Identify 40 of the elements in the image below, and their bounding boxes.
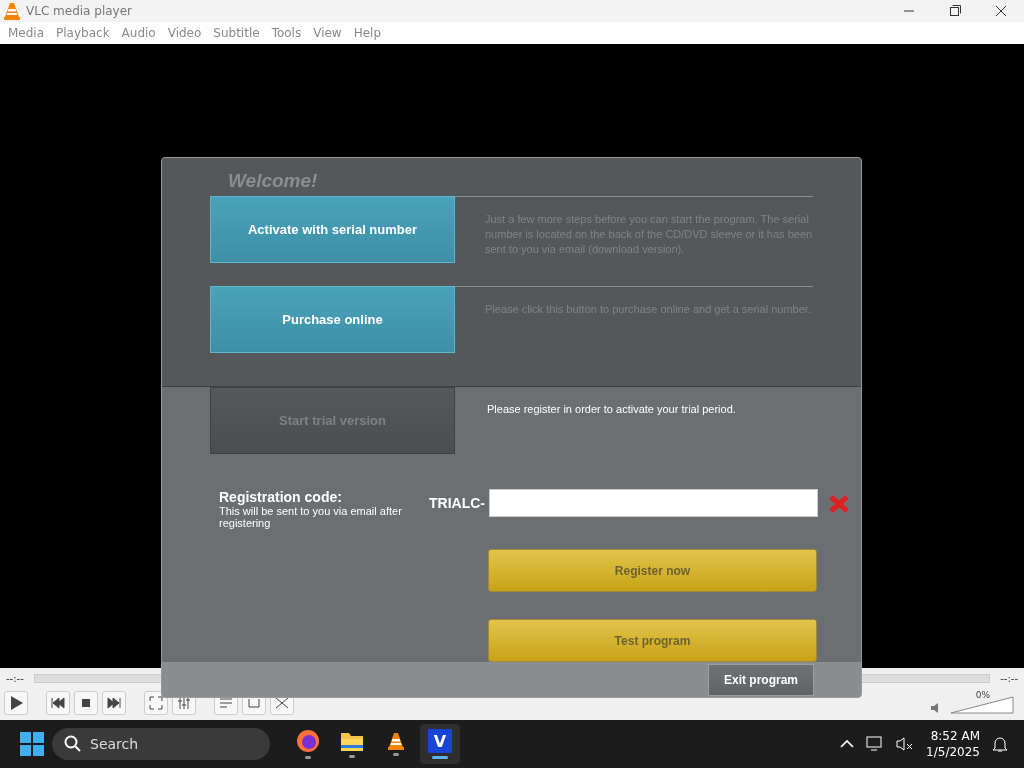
registration-code-field[interactable] xyxy=(489,489,818,517)
search-field[interactable]: Search xyxy=(52,728,270,760)
menu-item[interactable]: Media xyxy=(2,26,51,40)
browser-icon xyxy=(296,729,320,753)
play-icon[interactable] xyxy=(4,691,28,715)
menu-item[interactable]: View xyxy=(307,26,348,40)
search-icon xyxy=(64,735,82,753)
action-button[interactable]: Register now xyxy=(488,549,817,592)
window-title: VLC media player xyxy=(26,4,132,18)
fullscreen-icon[interactable] xyxy=(144,691,168,715)
elapsed-time: --:-- xyxy=(6,672,24,684)
next-icon[interactable] xyxy=(102,691,126,715)
option-description: Please register in order to activate your trial period. xyxy=(486,402,737,417)
taskbar-app[interactable]: V xyxy=(420,724,460,764)
bell-icon[interactable] xyxy=(992,735,1008,753)
code-prefix: TRIALC- xyxy=(429,495,486,513)
menu-item[interactable]: Subtitle xyxy=(207,26,266,40)
exit-button[interactable]: Exit program xyxy=(708,663,814,696)
registration-hint: This will be sent to you via email after registering xyxy=(219,505,403,529)
registration-label: Registration code: xyxy=(219,489,343,505)
option-button[interactable]: Purchase online xyxy=(210,286,455,353)
menu-item[interactable]: Audio xyxy=(115,26,162,40)
action-button[interactable]: Test program xyxy=(488,619,817,662)
network-icon[interactable] xyxy=(866,736,885,752)
folder-icon xyxy=(340,730,364,752)
menu-item[interactable]: Video xyxy=(161,26,208,40)
cone-icon xyxy=(388,732,404,750)
volume-reading: 0% xyxy=(975,690,990,700)
start-icon[interactable] xyxy=(20,732,44,756)
menu-item[interactable]: Help xyxy=(347,26,388,40)
stop-icon[interactable] xyxy=(74,691,98,715)
menu-item[interactable]: Playback xyxy=(50,26,116,40)
app-logo: V xyxy=(428,729,452,753)
clock[interactable]: 8:52 AM 1/5/2025 xyxy=(926,728,980,760)
menu-item[interactable]: Tools xyxy=(265,26,308,40)
speaker-muted-icon[interactable] xyxy=(896,736,915,752)
remaining-time: --:-- xyxy=(1000,672,1018,684)
option-button[interactable]: Activate with serial number xyxy=(210,196,455,263)
previous-icon[interactable] xyxy=(46,691,70,715)
chevron-up-icon[interactable] xyxy=(840,739,855,749)
